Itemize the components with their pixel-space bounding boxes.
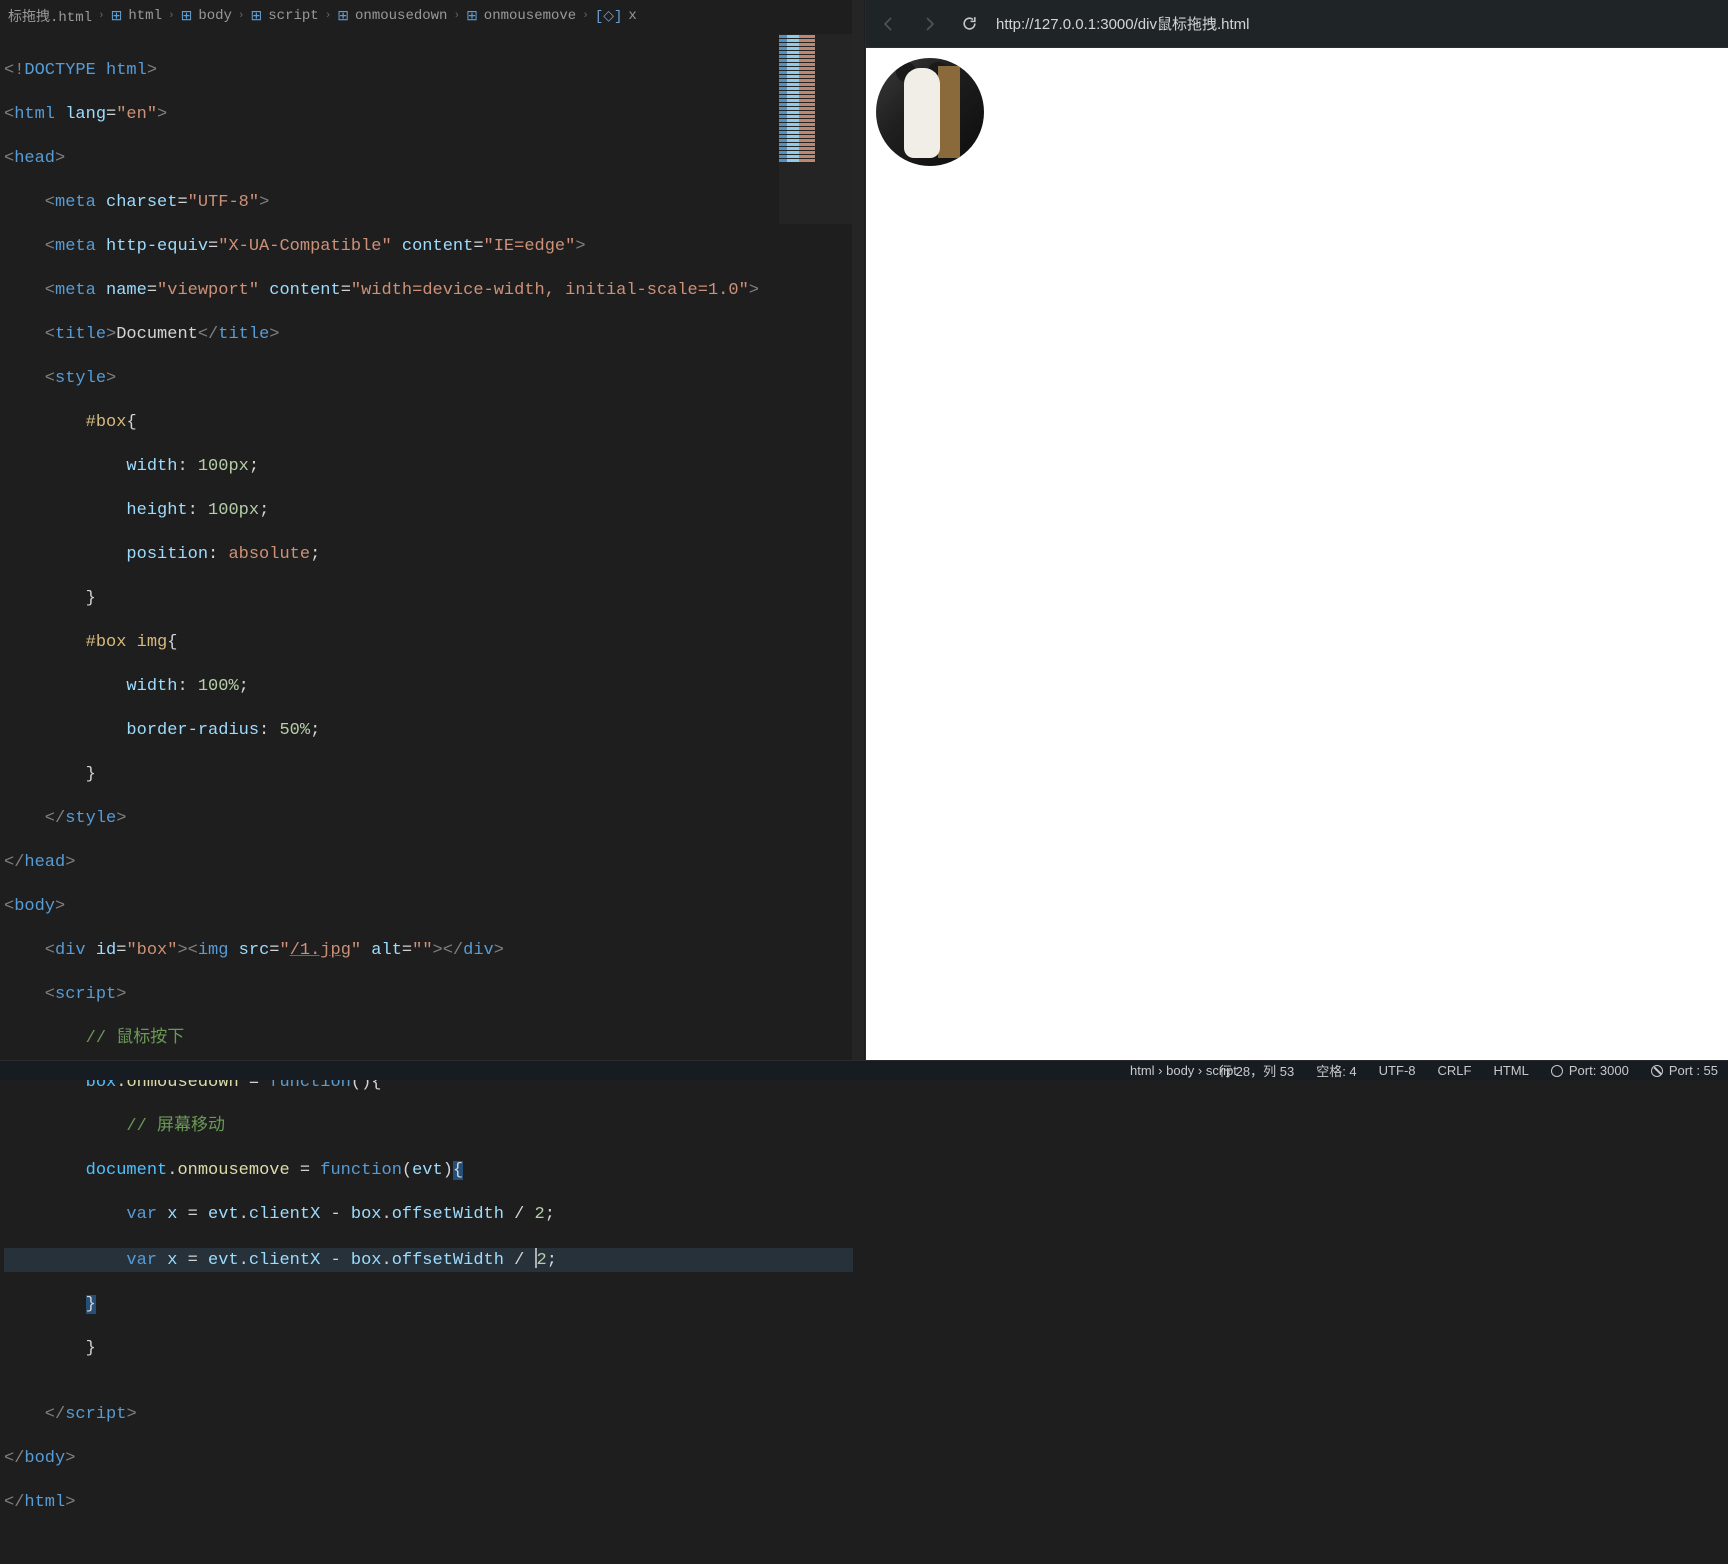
arrow-right-icon bbox=[921, 16, 937, 32]
breadcrumb-item-label: html bbox=[128, 8, 162, 24]
split-divider[interactable] bbox=[852, 0, 864, 1060]
browser-toolbar: http://127.0.0.1:3000/div鼠标拖拽.html bbox=[866, 0, 1728, 48]
arrow-left-icon bbox=[881, 16, 897, 32]
avatar-image bbox=[876, 58, 984, 166]
breadcrumb-item-label: x bbox=[628, 8, 636, 24]
breadcrumb-item-label: onmousemove bbox=[484, 8, 576, 24]
chevron-right-icon: › bbox=[238, 10, 245, 22]
current-line: var x = evt.clientX - box.offsetWidth / … bbox=[4, 1248, 853, 1272]
prohibit-icon bbox=[1651, 1065, 1663, 1077]
status-encoding[interactable]: UTF-8 bbox=[1379, 1063, 1416, 1078]
cube-icon: ⊞ bbox=[251, 8, 263, 25]
status-eol-text: CRLF bbox=[1438, 1063, 1472, 1078]
minimap-slider[interactable] bbox=[779, 34, 859, 224]
status-path[interactable]: html › body › script bbox=[1130, 1063, 1237, 1078]
breadcrumb-file[interactable]: 标拖拽.html bbox=[8, 6, 92, 26]
forward-button[interactable] bbox=[916, 11, 942, 37]
cube-icon: ⊞ bbox=[181, 8, 193, 25]
status-eol[interactable]: CRLF bbox=[1438, 1063, 1472, 1078]
code-editor[interactable]: <!DOCTYPE html> <html lang="en"> <head> … bbox=[0, 32, 865, 1564]
chevron-right-icon: › bbox=[325, 10, 332, 22]
breadcrumb-item-label: body bbox=[198, 8, 232, 24]
status-spaces-text: 空格: 4 bbox=[1316, 1061, 1356, 1080]
breadcrumb-file-label: 标拖拽.html bbox=[8, 6, 92, 26]
editor-panel: 标拖拽.html › ⊞ html › ⊞ body › ⊞ script › ⊞ on… bbox=[0, 0, 865, 1060]
status-spaces[interactable]: 空格: 4 bbox=[1316, 1061, 1356, 1080]
reload-icon bbox=[961, 15, 978, 32]
breadcrumb-item-body[interactable]: ⊞ body bbox=[181, 8, 232, 25]
breadcrumb-item-onmousedown[interactable]: ⊞ onmousedown bbox=[337, 8, 447, 25]
chevron-right-icon: › bbox=[582, 10, 589, 22]
back-button[interactable] bbox=[876, 11, 902, 37]
status-bar: html › body › script 行 28，列 53 空格: 4 UTF… bbox=[0, 1060, 1728, 1080]
breadcrumb-item-x[interactable]: [◇] x bbox=[595, 8, 637, 25]
status-port2-text: Port : 55 bbox=[1669, 1063, 1718, 1078]
status-language[interactable]: HTML bbox=[1493, 1063, 1528, 1078]
chevron-right-icon: › bbox=[168, 10, 175, 22]
variable-icon: [◇] bbox=[595, 8, 623, 25]
browser-viewport[interactable] bbox=[866, 48, 1728, 1060]
cube-icon: ⊞ bbox=[111, 8, 123, 25]
draggable-box[interactable] bbox=[876, 58, 984, 166]
breadcrumb-item-script[interactable]: ⊞ script bbox=[251, 8, 319, 25]
status-port[interactable]: Port: 3000 bbox=[1551, 1063, 1629, 1078]
minimap[interactable] bbox=[779, 34, 859, 224]
breadcrumb-item-label: script bbox=[268, 8, 318, 24]
status-port-text: Port: 3000 bbox=[1569, 1063, 1629, 1078]
breadcrumb-item-label: onmousedown bbox=[355, 8, 447, 24]
browser-panel: http://127.0.0.1:3000/div鼠标拖拽.html bbox=[865, 0, 1728, 1060]
breadcrumb-item-onmousemove[interactable]: ⊞ onmousemove bbox=[466, 8, 576, 25]
broadcast-icon bbox=[1551, 1065, 1563, 1077]
status-language-text: HTML bbox=[1493, 1063, 1528, 1078]
address-bar[interactable]: http://127.0.0.1:3000/div鼠标拖拽.html bbox=[996, 13, 1249, 34]
cube-icon: ⊞ bbox=[337, 8, 349, 25]
breadcrumb-item-html[interactable]: ⊞ html bbox=[111, 8, 162, 25]
reload-button[interactable] bbox=[956, 11, 982, 37]
status-encoding-text: UTF-8 bbox=[1379, 1063, 1416, 1078]
address-text: http://127.0.0.1:3000/div鼠标拖拽.html bbox=[996, 16, 1249, 33]
breadcrumb: 标拖拽.html › ⊞ html › ⊞ body › ⊞ script › ⊞ on… bbox=[0, 0, 865, 32]
status-port2[interactable]: Port : 55 bbox=[1651, 1063, 1718, 1078]
status-path-text: html › body › script bbox=[1130, 1063, 1237, 1078]
chevron-right-icon: › bbox=[453, 10, 460, 22]
chevron-right-icon: › bbox=[98, 10, 105, 22]
cube-icon: ⊞ bbox=[466, 8, 478, 25]
